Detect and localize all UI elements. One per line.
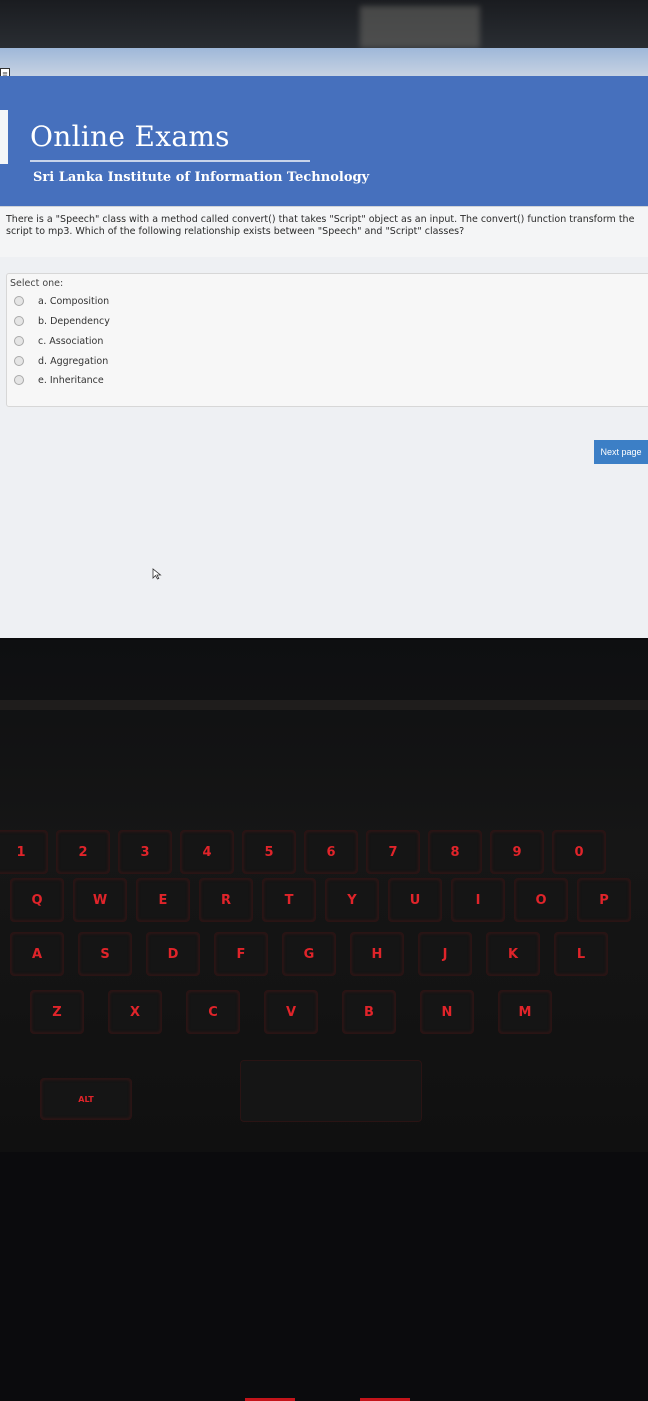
key-x[interactable]: X bbox=[108, 990, 162, 1034]
laptop-keyboard: 1234567890 QWERTYUIOP ASDFGHJKL ZXCVBNM ALT bbox=[0, 640, 648, 1401]
key-0[interactable]: 0 bbox=[552, 830, 606, 874]
key-t[interactable]: T bbox=[262, 878, 316, 922]
key-6[interactable]: 6 bbox=[304, 830, 358, 874]
key-u[interactable]: U bbox=[388, 878, 442, 922]
key-w[interactable]: W bbox=[73, 878, 127, 922]
select-one-label: Select one: bbox=[10, 278, 64, 289]
key-v[interactable]: V bbox=[264, 990, 318, 1034]
option-label: d. Aggregation bbox=[38, 355, 109, 367]
radio-button[interactable] bbox=[14, 375, 24, 385]
key-a[interactable]: A bbox=[10, 932, 64, 976]
laptop-hinge bbox=[0, 700, 648, 710]
key-k[interactable]: K bbox=[486, 932, 540, 976]
option-label: c. Association bbox=[38, 335, 104, 347]
key-q[interactable]: Q bbox=[10, 878, 64, 922]
title-divider bbox=[30, 160, 310, 162]
laptop-bezel bbox=[0, 0, 648, 50]
option-d[interactable]: d. Aggregation bbox=[14, 354, 108, 368]
key-3[interactable]: 3 bbox=[118, 830, 172, 874]
option-label: a. Composition bbox=[38, 295, 110, 307]
key-1[interactable]: 1 bbox=[0, 830, 48, 874]
radio-button[interactable] bbox=[14, 336, 24, 346]
key-z[interactable]: Z bbox=[30, 990, 84, 1034]
key-o[interactable]: O bbox=[514, 878, 568, 922]
key-m[interactable]: M bbox=[498, 990, 552, 1034]
key-e[interactable]: E bbox=[136, 878, 190, 922]
spacebar-key[interactable] bbox=[240, 1060, 422, 1122]
option-e[interactable]: e. Inheritance bbox=[14, 373, 104, 387]
key-b[interactable]: B bbox=[342, 990, 396, 1034]
key-i[interactable]: I bbox=[451, 878, 505, 922]
option-a[interactable]: a. Composition bbox=[14, 294, 109, 308]
option-c[interactable]: c. Association bbox=[14, 334, 103, 348]
bezel-glare bbox=[360, 6, 480, 48]
key-9[interactable]: 9 bbox=[490, 830, 544, 874]
radio-button[interactable] bbox=[14, 316, 24, 326]
alt-key[interactable]: ALT bbox=[40, 1078, 132, 1120]
key-d[interactable]: D bbox=[146, 932, 200, 976]
institute-name: Sri Lanka Institute of Information Techn… bbox=[33, 170, 370, 185]
radio-button[interactable] bbox=[14, 296, 24, 306]
radio-button[interactable] bbox=[14, 356, 24, 366]
key-l[interactable]: L bbox=[554, 932, 608, 976]
key-f[interactable]: F bbox=[214, 932, 268, 976]
key-2[interactable]: 2 bbox=[56, 830, 110, 874]
next-page-button[interactable]: Next page bbox=[594, 440, 648, 464]
option-label: b. Dependency bbox=[38, 315, 110, 327]
mouse-cursor-icon bbox=[152, 568, 162, 580]
key-7[interactable]: 7 bbox=[366, 830, 420, 874]
key-r[interactable]: R bbox=[199, 878, 253, 922]
key-g[interactable]: G bbox=[282, 932, 336, 976]
page-title: Online Exams bbox=[30, 120, 230, 153]
option-label: e. Inheritance bbox=[38, 374, 104, 386]
key-8[interactable]: 8 bbox=[428, 830, 482, 874]
browser-screen: ≡ Online Exams Sri Lanka Institute of In… bbox=[0, 48, 648, 638]
institute-logo-icon bbox=[0, 110, 8, 164]
key-p[interactable]: P bbox=[577, 878, 631, 922]
key-4[interactable]: 4 bbox=[180, 830, 234, 874]
key-y[interactable]: Y bbox=[325, 878, 379, 922]
key-c[interactable]: C bbox=[186, 990, 240, 1034]
key-5[interactable]: 5 bbox=[242, 830, 296, 874]
key-s[interactable]: S bbox=[78, 932, 132, 976]
key-h[interactable]: H bbox=[350, 932, 404, 976]
question-text: There is a "Speech" class with a method … bbox=[6, 214, 635, 237]
key-n[interactable]: N bbox=[420, 990, 474, 1034]
key-j[interactable]: J bbox=[418, 932, 472, 976]
option-b[interactable]: b. Dependency bbox=[14, 314, 110, 328]
